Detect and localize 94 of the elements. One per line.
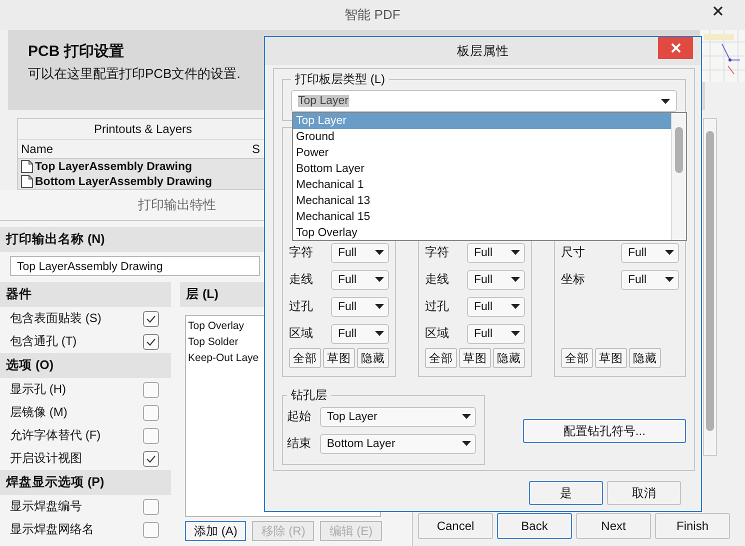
close-icon	[670, 43, 680, 53]
dropdown-option[interactable]: Power	[293, 145, 671, 161]
dropdown-option[interactable]: Mechanical 1	[293, 177, 671, 193]
mode-button[interactable]: 草图	[459, 348, 491, 368]
dropdown[interactable]: Full	[621, 270, 679, 290]
option-label: 显示焊盘网络名	[10, 521, 94, 538]
mode-button[interactable]: 草图	[323, 348, 355, 368]
option-label: 开启设计视图	[10, 450, 82, 467]
close-icon[interactable]	[713, 6, 723, 16]
checkbox[interactable]	[143, 404, 159, 420]
dropdown[interactable]: Full	[467, 324, 525, 344]
option-label: 显示焊盘编号	[10, 498, 82, 515]
caret-icon	[665, 277, 674, 282]
field-label: 坐标	[561, 271, 585, 288]
caret-icon	[375, 250, 384, 255]
check-icon	[146, 338, 156, 346]
mode-button[interactable]: 草图	[595, 348, 627, 368]
field-label: 区域	[425, 325, 449, 342]
page-description: 可以在这里配置打印PCB文件的设置.	[28, 65, 240, 83]
dropdown[interactable]: Full	[331, 242, 389, 262]
option-label: 包含通孔 (T)	[10, 333, 77, 350]
dropdown[interactable]: Full	[331, 296, 389, 316]
dialog-button[interactable]: 是	[529, 481, 603, 505]
dropdown[interactable]: Full	[467, 296, 525, 316]
dropdown[interactable]: Full	[331, 324, 389, 344]
wizard-button[interactable]: Cancel	[418, 513, 493, 539]
checkbox[interactable]	[143, 428, 159, 444]
check-icon	[146, 454, 156, 462]
field-label: 区域	[289, 325, 313, 342]
dialog-title: 板层属性	[457, 42, 509, 60]
checkbox[interactable]	[143, 334, 159, 350]
mode-button[interactable]: 全部	[289, 348, 321, 368]
mode-button[interactable]: 全部	[561, 348, 593, 368]
group-label: 打印板层类型 (L)	[294, 71, 386, 88]
column-header[interactable]: S	[252, 140, 260, 158]
printout-name: Top LayerAssembly Drawing	[35, 160, 192, 172]
dropdown[interactable]: Full	[621, 242, 679, 262]
caret-icon	[375, 304, 384, 309]
option-label: 允许字体替代 (F)	[10, 427, 101, 444]
option-label: 层镜像 (M)	[10, 404, 68, 421]
layer-type-combo[interactable]: Top Layer	[291, 90, 677, 112]
caret-icon	[511, 304, 520, 309]
scrollbar[interactable]	[671, 113, 686, 240]
mode-button[interactable]: 全部	[425, 348, 457, 368]
wizard-button[interactable]: Finish	[655, 513, 730, 539]
dropdown[interactable]: Top Layer	[320, 406, 476, 426]
wizard-button[interactable]: Back	[497, 513, 572, 539]
field-label: 走线	[425, 271, 449, 288]
wizard-button[interactable]: Next	[576, 513, 651, 539]
checkbox[interactable]	[143, 498, 159, 514]
caret-icon	[511, 331, 520, 336]
field-label: 起始	[287, 408, 311, 425]
mode-button[interactable]: 隐藏	[493, 348, 525, 368]
section-heading: 器件	[0, 282, 171, 307]
document-icon	[21, 160, 33, 173]
dialog-button[interactable]: 取消	[607, 481, 681, 505]
dropdown[interactable]: Bottom Layer	[320, 434, 476, 454]
option-label: 显示孔 (H)	[10, 381, 66, 398]
page-heading: PCB 打印设置	[28, 42, 124, 61]
caret-icon	[462, 441, 471, 446]
window-title: 智能 PDF	[344, 6, 400, 24]
caret-icon	[511, 277, 520, 282]
caret-icon	[375, 331, 384, 336]
column-header[interactable]: Name	[18, 140, 252, 158]
checkbox[interactable]	[143, 522, 159, 538]
field-label: 尺寸	[561, 244, 585, 261]
caret-icon	[665, 250, 674, 255]
mode-button[interactable]: 隐藏	[357, 348, 389, 368]
checkbox[interactable]	[143, 310, 159, 326]
check-icon	[146, 314, 156, 322]
caret-icon	[511, 250, 520, 255]
close-button[interactable]	[658, 37, 693, 59]
section-heading: 焊盘显示选项 (P)	[0, 470, 171, 495]
checkbox[interactable]	[143, 450, 159, 466]
field-label: 字符	[425, 244, 449, 261]
dropdown[interactable]: Full	[467, 270, 525, 290]
dropdown[interactable]: Full	[467, 242, 525, 262]
caret-icon	[661, 98, 670, 104]
checkbox[interactable]	[143, 382, 159, 398]
section-heading: 选项 (O)	[0, 353, 171, 378]
layer-button[interactable]: 添加 (A)	[185, 521, 246, 541]
field-label: 结束	[287, 435, 311, 452]
group-label: 钻孔层	[290, 387, 328, 404]
dropdown[interactable]: Full	[331, 270, 389, 290]
name-field[interactable]: Top LayerAssembly Drawing	[10, 256, 260, 276]
dropdown-option[interactable]: Ground	[293, 129, 671, 145]
mode-button[interactable]: 隐藏	[629, 348, 661, 368]
printout-name: Bottom LayerAssembly Drawing	[35, 176, 212, 188]
option-label: 包含表面贴装 (S)	[10, 310, 102, 327]
drill-symbols-button[interactable]: 配置钻孔符号...	[522, 419, 686, 443]
scrollbar[interactable]	[703, 118, 717, 456]
field-label: 过孔	[425, 298, 449, 315]
dropdown-option[interactable]: Bottom Layer	[293, 161, 671, 177]
caret-icon	[462, 414, 471, 419]
